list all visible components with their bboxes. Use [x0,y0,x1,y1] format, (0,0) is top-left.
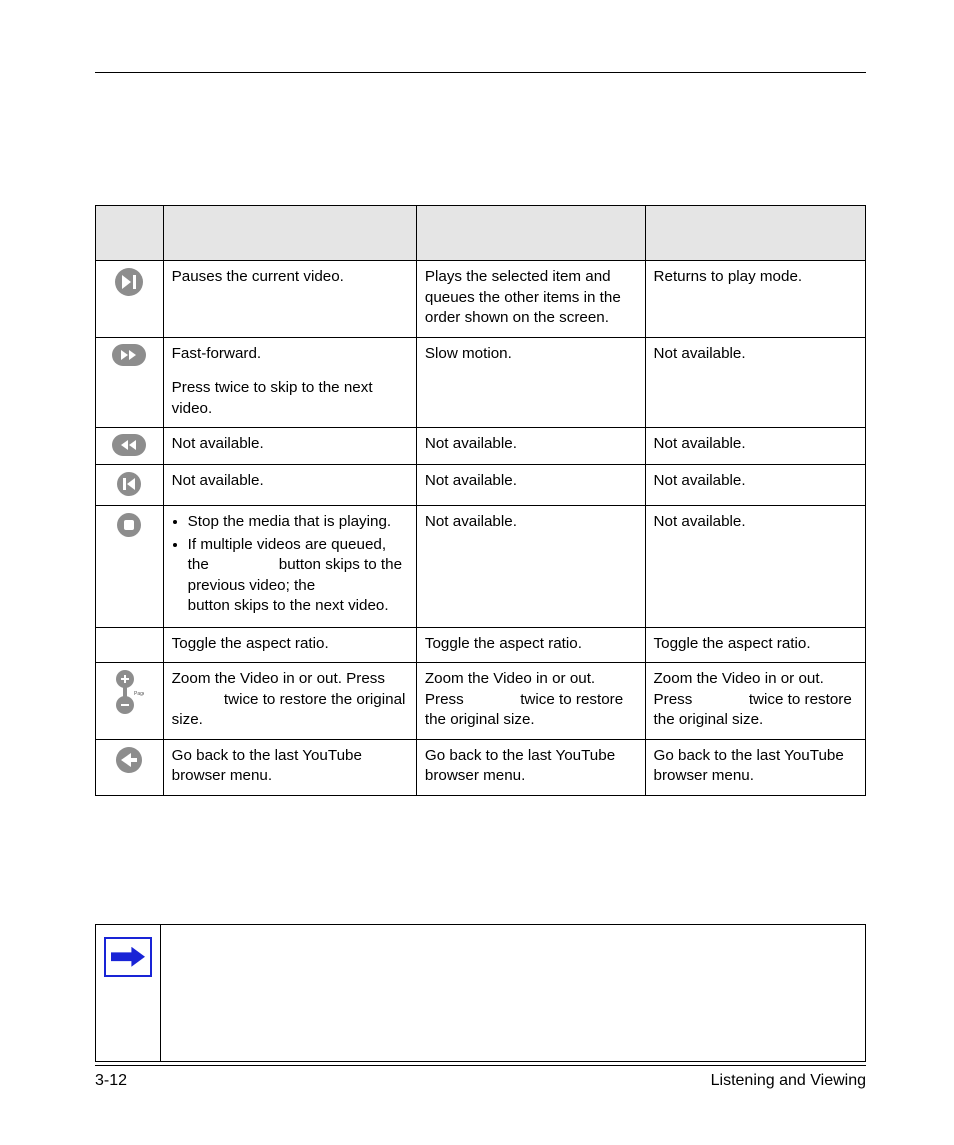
header-cell [163,206,416,261]
icon-cell [96,261,164,338]
section-title: Listening and Viewing [711,1072,866,1090]
cell: Returns to play mode. [645,261,865,338]
header-cell [96,206,164,261]
cell: Go back to the last YouTube browser menu… [645,739,865,795]
cell: Zoom the Video in or out. Press twice to… [416,663,645,740]
table-row: Page Zoom the Video in or out. Press twi… [96,663,866,740]
cell: Not available. [645,428,865,465]
cell: Toggle the aspect ratio. [645,627,865,663]
rewind-icon [112,434,146,456]
cell: Toggle the aspect ratio. [416,627,645,663]
cell: Plays the selected item and queues the o… [416,261,645,338]
stop-icon [116,512,142,538]
icon-cell [96,428,164,465]
cell: Zoom the Video in or out. Press twice to… [645,663,865,740]
note-icon-cell [96,924,161,1061]
cell-text: Press twice to skip to the next video. [172,379,373,417]
cell: Not available. [645,465,865,506]
table-row: Fast-forward. Press twice to skip to the… [96,337,866,428]
note-table [95,924,866,1062]
table-row: Not available. Not available. Not availa… [96,428,866,465]
play-pause-icon [114,267,144,297]
header-cell [416,206,645,261]
cell: Not available. [645,337,865,428]
cell-text: button skips to the next video. [188,597,389,614]
page-footer: 3-12 Listening and Viewing [95,1058,866,1091]
table-row [96,924,866,1061]
note-text-cell [161,924,866,1061]
cell: Zoom the Video in or out. Press twice to… [163,663,416,740]
table-row: Toggle the aspect ratio. Toggle the aspe… [96,627,866,663]
bullet-item: Stop the media that is playing. [188,512,408,533]
icon-cell [96,465,164,506]
cell: Fast-forward. Press twice to skip to the… [163,337,416,428]
cell: Not available. [416,465,645,506]
cell: Not available. [163,428,416,465]
icon-cell [96,739,164,795]
skip-previous-icon [116,471,142,497]
table-row: Not available. Not available. Not availa… [96,465,866,506]
header-cell [645,206,865,261]
cell-text: Fast-forward. [172,344,408,365]
cell: Not available. [416,506,645,628]
icon-cell: Page [96,663,164,740]
page-number: 3-12 [95,1072,127,1090]
cell: Pauses the current video. [163,261,416,338]
icon-cell [96,337,164,428]
table-header-row [96,206,866,261]
cell: Not available. [416,428,645,465]
table-row: Go back to the last YouTube browser menu… [96,739,866,795]
cell-text: Zoom the Video in or out. Press [172,670,385,687]
cell: Not available. [163,465,416,506]
table-row: Stop the media that is playing. If multi… [96,506,866,628]
zoom-icon: Page [114,669,144,715]
cell: Go back to the last YouTube browser menu… [163,739,416,795]
remote-functions-table: Pauses the current video. Plays the sele… [95,205,866,796]
cell: Slow motion. [416,337,645,428]
table-row: Pauses the current video. Plays the sele… [96,261,866,338]
cell: Not available. [645,506,865,628]
icon-cell [96,506,164,628]
footer-rule [95,1065,866,1066]
cell-text: twice to restore the original size. [172,691,406,729]
cell: Toggle the aspect ratio. [163,627,416,663]
note-arrow-icon [104,937,152,977]
cell-text: button skips to the previous video; the [188,556,402,594]
bullet-item: If multiple videos are queued, thebutton… [188,535,408,617]
back-icon [115,746,143,774]
icon-cell [96,627,164,663]
cell: Go back to the last YouTube browser menu… [416,739,645,795]
svg-text:Page: Page [134,691,144,697]
cell: Stop the media that is playing. If multi… [163,506,416,628]
fast-forward-icon [112,344,146,366]
